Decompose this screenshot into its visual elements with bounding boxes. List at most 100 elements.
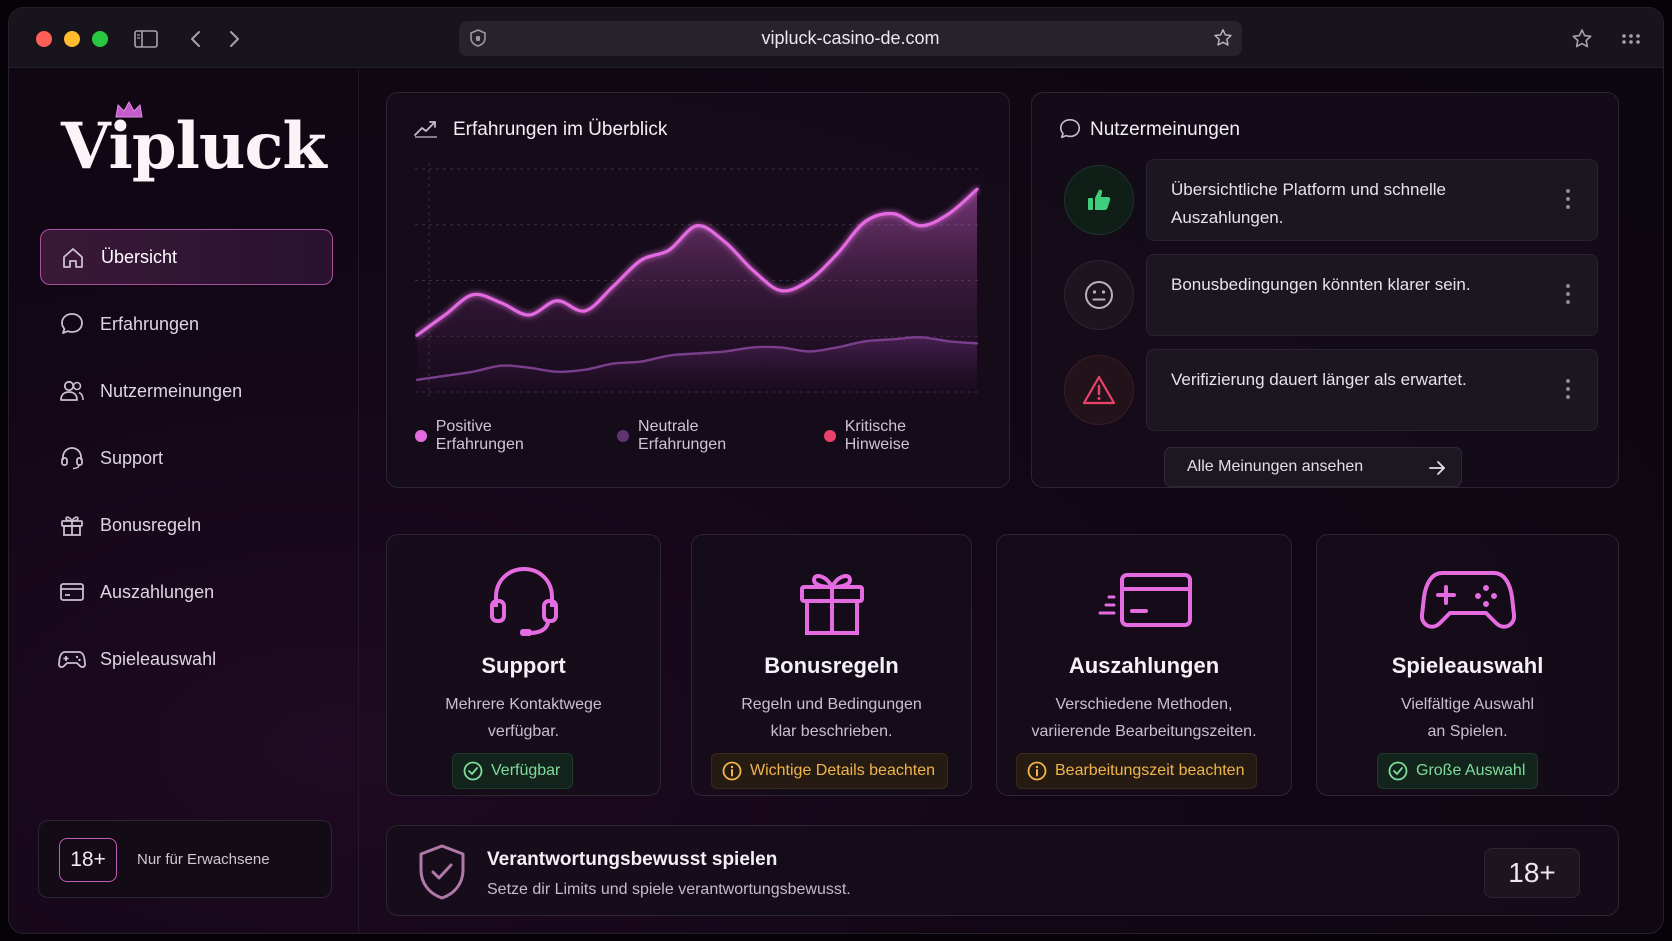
card-icon xyxy=(997,561,1291,641)
check-circle-icon xyxy=(463,761,483,781)
status-badge: Wichtige Details beachten xyxy=(711,753,948,789)
sidebar-item-erfahrungen[interactable]: Erfahrungen xyxy=(40,296,333,352)
legend-item-positive: Positive Erfahrungen xyxy=(415,418,580,454)
neutral-face-icon xyxy=(1064,260,1134,330)
feature-desc-line: klar beschrieben. xyxy=(770,723,893,740)
browser-window: vipluck-casino-de.com Vipluck Übersicht xyxy=(8,7,1664,934)
view-all-label: Alle Meinungen ansehen xyxy=(1187,458,1364,475)
gamepad-icon xyxy=(58,645,86,673)
status-badge-label: Wichtige Details beachten xyxy=(750,762,935,779)
browser-titlebar: vipluck-casino-de.com xyxy=(9,8,1663,68)
maximize-window-button[interactable] xyxy=(92,31,108,47)
sidebar-nav: Übersicht Erfahrungen Nutzermeinungen Su… xyxy=(40,229,333,698)
legend-dot-neutral xyxy=(617,430,630,442)
opinion-item[interactable]: Bonusbedingungen könnten klarer sein. xyxy=(1060,254,1598,336)
favorites-star-icon[interactable] xyxy=(1569,26,1595,52)
status-badge-label: Bearbeitungszeit beachten xyxy=(1055,762,1245,779)
sidebar-item-support[interactable]: Support xyxy=(40,430,333,486)
sidebar-item-spieleauswahl[interactable]: Spieleauswahl xyxy=(40,631,333,687)
sidebar-item-label: Übersicht xyxy=(101,246,178,267)
feature-desc-line: an Spielen. xyxy=(1427,723,1508,740)
trend-chart-icon xyxy=(413,117,439,144)
bookmark-star-icon[interactable] xyxy=(1212,27,1234,54)
more-options-icon[interactable] xyxy=(1565,188,1571,215)
sidebar-item-label: Bonusregeln xyxy=(100,514,202,535)
status-badge-label: Verfügbar xyxy=(491,762,561,779)
home-icon xyxy=(59,244,87,272)
sidebar-item-label: Spieleauswahl xyxy=(100,648,217,669)
more-options-icon[interactable] xyxy=(1565,378,1571,405)
sidebar-item-uebersicht[interactable]: Übersicht xyxy=(40,229,333,285)
users-icon xyxy=(58,377,86,405)
age-badge: 18+ xyxy=(1484,848,1580,898)
url-text: vipluck-casino-de.com xyxy=(761,28,940,48)
experience-chart-panel: Erfahrungen im Überblick Positive Erfahr… xyxy=(386,92,1010,488)
status-badge: Große Auswahl xyxy=(1377,753,1539,789)
age-badge: 18+ xyxy=(59,838,117,882)
thumbs-up-icon xyxy=(1064,165,1134,235)
address-bar[interactable]: vipluck-casino-de.com xyxy=(459,21,1242,56)
status-badge: Verfügbar xyxy=(452,753,574,789)
opinion-item[interactable]: Übersichtliche Platform und schnelle Aus… xyxy=(1060,159,1598,241)
shield-icon xyxy=(469,28,487,53)
feature-description: Regeln und Bedingungen klar beschrieben. xyxy=(692,691,971,745)
gift-icon xyxy=(692,561,971,641)
feature-title: Bonusregeln xyxy=(764,653,899,678)
card-icon xyxy=(58,578,86,606)
legend-item-critical: Kritische Hinweise xyxy=(824,418,972,454)
opinion-item[interactable]: Verifizierung dauert länger als erwartet… xyxy=(1060,349,1598,431)
opinion-card: Übersichtliche Platform und schnelle Aus… xyxy=(1146,159,1598,241)
minimize-window-button[interactable] xyxy=(64,31,80,47)
feature-title: Support xyxy=(481,653,566,678)
feature-card-spieleauswahl[interactable]: Spieleauswahl Vielfältige Auswahl an Spi… xyxy=(1316,534,1619,796)
back-icon[interactable] xyxy=(183,26,209,52)
feature-desc-line: Vielfältige Auswahl xyxy=(1400,696,1535,713)
sidebar-item-label: Nutzermeinungen xyxy=(100,380,243,401)
feature-desc-line: verfügbar. xyxy=(487,723,560,740)
opinion-card: Bonusbedingungen könnten klarer sein. xyxy=(1146,254,1598,336)
warning-icon xyxy=(1064,355,1134,425)
responsible-gaming-banner: Verantwortungsbewusst spielen Setze dir … xyxy=(386,825,1619,916)
legend-label: Positive Erfahrungen xyxy=(435,418,524,453)
sidebar-item-label: Auszahlungen xyxy=(100,581,215,602)
info-circle-icon xyxy=(722,761,742,781)
feature-desc-line: variierende Bearbeitungszeiten. xyxy=(1031,723,1257,740)
chat-bubble-icon xyxy=(58,310,86,338)
gift-icon xyxy=(58,511,86,539)
sidebar-item-bonusregeln[interactable]: Bonusregeln xyxy=(40,497,333,553)
logo[interactable]: Vipluck xyxy=(61,109,327,184)
arrow-right-icon xyxy=(1427,458,1447,483)
shield-check-icon xyxy=(417,843,467,906)
user-opinions-panel: Nutzermeinungen Übersichtliche Platform … xyxy=(1031,92,1619,488)
feature-desc-line: Verschiedene Methoden, xyxy=(1055,696,1233,713)
more-grid-icon[interactable] xyxy=(1618,26,1644,52)
responsible-subtitle: Setze dir Limits und spiele verantwortun… xyxy=(487,881,851,898)
opinion-card: Verifizierung dauert länger als erwartet… xyxy=(1146,349,1598,431)
feature-title: Auszahlungen xyxy=(1068,653,1220,678)
adult-notice-text: Nur für Erwachsene xyxy=(137,851,270,868)
legend-item-neutral: Neutrale Erfahrungen xyxy=(617,418,787,454)
legend-label: Kritische Hinweise xyxy=(844,418,910,453)
sidebar-toggle-icon[interactable] xyxy=(133,26,159,52)
experience-chart xyxy=(415,163,981,398)
view-all-opinions-button[interactable]: Alle Meinungen ansehen xyxy=(1164,447,1462,487)
sidebar-item-label: Support xyxy=(100,447,164,468)
feature-card-auszahlungen[interactable]: Auszahlungen Verschiedene Methoden, vari… xyxy=(996,534,1292,796)
feature-desc-line: Regeln und Bedingungen xyxy=(741,696,922,713)
chart-legend: Positive Erfahrungen Neutrale Erfahrunge… xyxy=(415,418,1009,454)
feature-card-bonusregeln[interactable]: Bonusregeln Regeln und Bedingungen klar … xyxy=(691,534,972,796)
more-options-icon[interactable] xyxy=(1565,283,1571,310)
opinions-title: Nutzermeinungen xyxy=(1090,119,1240,140)
forward-icon[interactable] xyxy=(221,26,247,52)
sidebar: Vipluck Übersicht Erfahrungen Nutzermein… xyxy=(9,69,359,933)
chat-bubble-icon xyxy=(1058,117,1082,146)
feature-card-support[interactable]: Support Mehrere Kontaktwege verfügbar. V… xyxy=(386,534,661,796)
feature-description: Vielfältige Auswahl an Spielen. xyxy=(1317,691,1618,745)
gamepad-icon xyxy=(1317,561,1618,641)
close-window-button[interactable] xyxy=(36,31,52,47)
legend-dot-critical xyxy=(824,430,836,442)
sidebar-item-nutzermeinungen[interactable]: Nutzermeinungen xyxy=(40,363,333,419)
feature-desc-line: Mehrere Kontaktwege xyxy=(445,696,602,713)
sidebar-item-auszahlungen[interactable]: Auszahlungen xyxy=(40,564,333,620)
status-badge-label: Große Auswahl xyxy=(1416,762,1526,779)
